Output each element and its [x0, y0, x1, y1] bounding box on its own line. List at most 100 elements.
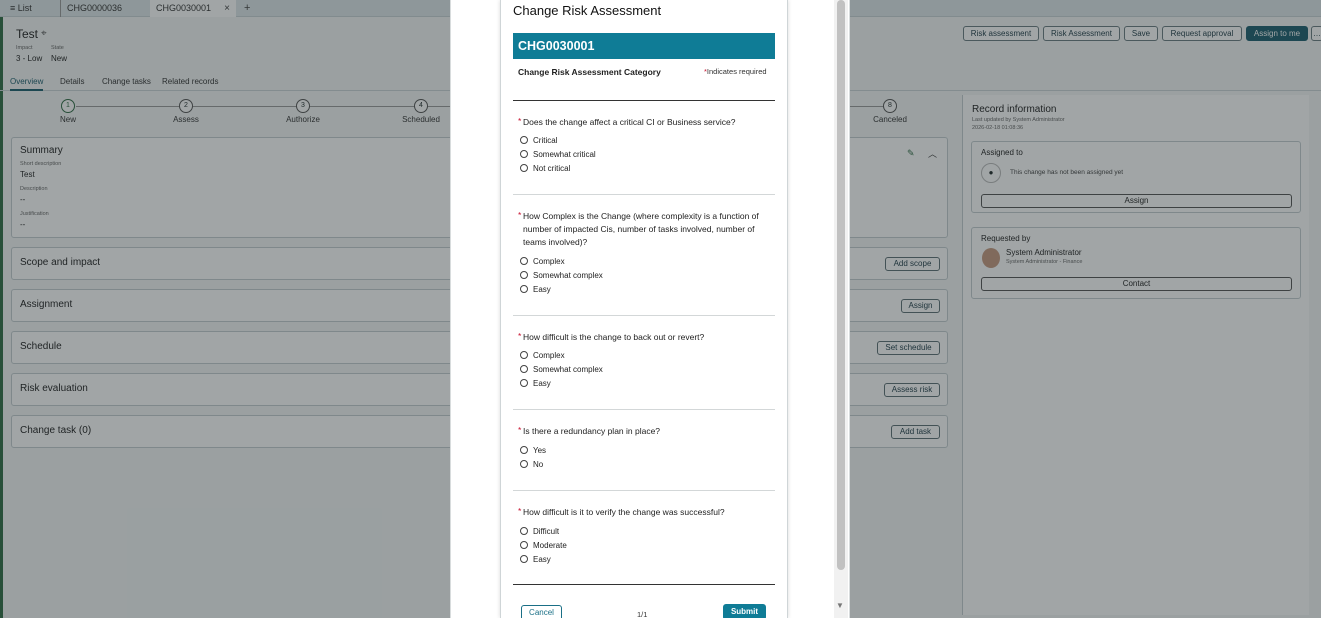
requester-name[interactable]: System Administrator — [1006, 248, 1082, 257]
subtab-change-tasks[interactable]: Change tasks — [102, 77, 151, 86]
radio-icon[interactable] — [520, 365, 528, 373]
option-easy[interactable]: Easy — [520, 555, 551, 565]
radio-icon[interactable] — [520, 351, 528, 359]
request-approval-button[interactable]: Request approval — [1162, 26, 1242, 41]
scroll-down-arrow-icon[interactable]: ▼ — [836, 601, 844, 610]
radio-icon[interactable] — [520, 527, 528, 535]
contact-button[interactable]: Contact — [981, 277, 1292, 291]
option-easy[interactable]: Easy — [520, 379, 551, 389]
new-tab-icon[interactable]: + — [244, 0, 250, 17]
option-complex[interactable]: Complex — [520, 351, 565, 361]
risk-assessment-form: Change Risk Assessment CHG0030001 Change… — [500, 0, 788, 618]
option-somewhat-complex[interactable]: Somewhat complex — [520, 365, 603, 375]
divider — [513, 194, 775, 195]
radio-icon[interactable] — [520, 164, 528, 172]
page-indicator: 1/1 — [637, 610, 648, 618]
radio-icon[interactable] — [520, 541, 528, 549]
assign-section-button[interactable]: Assign — [901, 299, 940, 313]
subtab-related-records[interactable]: Related records — [162, 77, 218, 86]
divider — [513, 100, 775, 101]
step-canceled: 8 Canceled — [860, 99, 920, 124]
radio-icon[interactable] — [520, 285, 528, 293]
submit-button[interactable]: Submit — [723, 604, 766, 618]
assign-panel-button[interactable]: Assign — [981, 194, 1292, 208]
scope-impact-title: Scope and impact — [20, 257, 101, 268]
short-description-value: Test — [20, 170, 35, 179]
assignment-title: Assignment — [20, 299, 73, 310]
option-somewhat-critical[interactable]: Somewhat critical — [520, 150, 596, 160]
add-scope-button[interactable]: Add scope — [885, 257, 940, 271]
subtab-overview[interactable]: Overview — [10, 77, 44, 91]
record-title: Test — [16, 27, 39, 41]
save-button[interactable]: Save — [1124, 26, 1158, 41]
divider — [513, 490, 775, 491]
add-task-button[interactable]: Add task — [891, 425, 940, 439]
radio-icon[interactable] — [520, 379, 528, 387]
short-description-label: Short description — [20, 161, 62, 167]
not-assigned-text: This change has not been assigned yet — [1010, 169, 1124, 176]
summary-title: Summary — [20, 145, 63, 156]
option-difficult[interactable]: Difficult — [520, 527, 559, 537]
radio-icon[interactable] — [520, 136, 528, 144]
risk-assessment-modal: Change Risk Assessment CHG0030001 Change… — [450, 0, 850, 618]
left-accent-strip — [0, 0, 3, 618]
risk-assessment-button-2[interactable]: Risk Assessment — [1043, 26, 1120, 41]
close-tab-icon[interactable]: × — [224, 0, 230, 17]
option-easy[interactable]: Easy — [520, 285, 551, 295]
requested-by-box: Requested by System Administrator System… — [971, 227, 1301, 299]
option-critical[interactable]: Critical — [520, 136, 557, 146]
tab-chg0000036[interactable]: CHG0000036 — [60, 0, 145, 17]
cancel-button[interactable]: Cancel — [521, 605, 562, 618]
radio-icon[interactable] — [520, 446, 528, 454]
last-updated-date: 2026-02-18 01:08:36 — [972, 125, 1024, 131]
divider — [513, 584, 775, 585]
change-number-banner: CHG0030001 — [513, 33, 775, 59]
step-assess: 2 Assess — [156, 99, 216, 124]
edit-pencil-icon[interactable]: ✎ — [907, 148, 915, 159]
question-4: * Is there a redundancy plan in place? — [518, 425, 661, 436]
justification-value: -- — [20, 220, 26, 229]
question-2: * How Complex is the Change (where comple… — [518, 210, 759, 247]
user-placeholder-icon: ● — [981, 163, 1001, 183]
question-3: * How difficult is the change to back out… — [518, 331, 705, 342]
option-not-critical[interactable]: Not critical — [520, 164, 570, 174]
divider — [513, 409, 775, 410]
radio-icon[interactable] — [520, 555, 528, 563]
impact-value: 3 - Low — [16, 54, 43, 63]
option-yes[interactable]: Yes — [520, 446, 546, 456]
option-no[interactable]: No — [520, 460, 543, 470]
required-note: *Indicates required — [704, 67, 767, 76]
category-heading: Change Risk Assessment Category — [518, 67, 661, 77]
record-info-title: Record information — [972, 104, 1057, 115]
description-value: -- — [20, 195, 26, 204]
tag-icon[interactable]: ⌖ — [41, 28, 47, 39]
tab-chg0030001[interactable]: CHG0030001 × — [150, 0, 236, 17]
last-updated-text: Last updated by System Administrator — [972, 117, 1065, 123]
radio-icon[interactable] — [520, 150, 528, 158]
tab-list[interactable]: ≡ List — [4, 0, 56, 17]
assigned-to-box: Assigned to ● This change has not been a… — [971, 141, 1301, 213]
collapse-chevron-icon[interactable]: ︿ — [928, 147, 937, 160]
step-authorize: 3 Authorize — [273, 99, 333, 124]
radio-icon[interactable] — [520, 460, 528, 468]
radio-icon[interactable] — [520, 271, 528, 279]
assess-risk-button[interactable]: Assess risk — [884, 383, 940, 397]
option-somewhat-complex[interactable]: Somewhat complex — [520, 271, 603, 281]
record-information-panel: Record information Last updated by Syste… — [962, 95, 1309, 615]
radio-icon[interactable] — [520, 257, 528, 265]
divider — [513, 315, 775, 316]
subtab-details[interactable]: Details — [60, 77, 84, 86]
avatar — [982, 248, 1000, 268]
assign-to-me-button[interactable]: Assign to me — [1246, 26, 1308, 41]
requested-by-title: Requested by — [981, 234, 1031, 243]
more-actions-icon[interactable]: … — [1311, 26, 1321, 41]
step-new: 1 New — [38, 99, 98, 124]
question-1: * Does the change affect a critical CI or… — [518, 116, 736, 127]
justification-label: Justification — [20, 211, 49, 217]
option-complex[interactable]: Complex — [520, 257, 565, 267]
set-schedule-button[interactable]: Set schedule — [877, 341, 940, 355]
assigned-to-title: Assigned to — [981, 148, 1023, 157]
option-moderate[interactable]: Moderate — [520, 541, 567, 551]
risk-assessment-button[interactable]: Risk assessment — [963, 26, 1039, 41]
scrollbar-thumb[interactable] — [837, 0, 845, 570]
